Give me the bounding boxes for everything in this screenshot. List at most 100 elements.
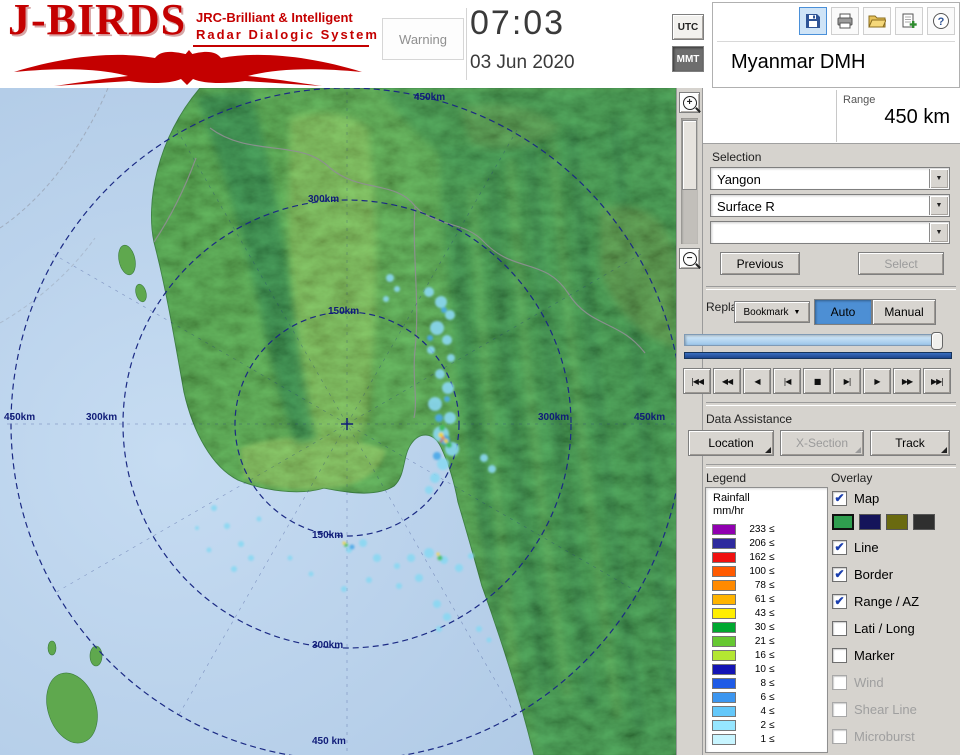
playback-button-8[interactable]: ▶▶| xyxy=(923,368,951,394)
add-page-button[interactable] xyxy=(895,7,923,35)
select-button[interactable]: Select xyxy=(858,252,944,275)
range-ring-label: 300km xyxy=(308,194,339,205)
checkbox[interactable] xyxy=(832,675,847,690)
legend-row: 30≤ xyxy=(712,620,775,634)
playback-button-0[interactable]: |◀◀ xyxy=(683,368,711,394)
legend-le-sign: ≤ xyxy=(769,636,775,647)
overlay-item-microburst[interactable]: Microburst xyxy=(832,723,958,750)
option-dropdown[interactable]: ▼ xyxy=(710,221,950,244)
checkbox[interactable] xyxy=(832,621,847,636)
chevron-down-icon[interactable]: ▼ xyxy=(929,223,948,242)
playback-button-1[interactable]: ◀◀ xyxy=(713,368,741,394)
zoom-scrollbar-thumb[interactable] xyxy=(682,120,697,190)
toolbar-divider xyxy=(717,41,955,42)
map-style-swatch-0[interactable] xyxy=(832,514,854,530)
map-style-swatch-3[interactable] xyxy=(913,514,935,530)
warning-indicator[interactable]: Warning xyxy=(382,18,464,60)
map-style-swatches xyxy=(832,510,958,534)
playback-button-7[interactable]: ▶▶ xyxy=(893,368,921,394)
chevron-down-icon[interactable]: ▼ xyxy=(929,196,948,215)
overlay-item-marker[interactable]: Marker xyxy=(832,642,958,669)
logo-subtitle-1: JRC-Brilliant & Intelligent xyxy=(196,10,353,25)
legend-value: 206 xyxy=(742,538,766,549)
playback-button-5[interactable]: ▶| xyxy=(833,368,861,394)
overlay-list: ✔Map ✔Line✔Border✔Range / AZLati / Long Ma… xyxy=(832,487,958,750)
data-assistance-section-label: Data Assistance xyxy=(706,412,792,426)
zoom-out-button[interactable]: − xyxy=(679,248,700,269)
bookmark-button[interactable]: Bookmark ▼ xyxy=(734,301,810,323)
auto-tab[interactable]: Auto xyxy=(814,299,872,325)
manual-tab[interactable]: Manual xyxy=(872,299,936,325)
check-mark-icon: ✔ xyxy=(834,595,844,607)
overlay-label: Marker xyxy=(854,648,894,663)
range-ring-label: 450km xyxy=(414,92,445,103)
map-style-swatch-1[interactable] xyxy=(859,514,881,530)
overlay-item-lati-long[interactable]: Lati / Long xyxy=(832,615,958,642)
playback-button-3[interactable]: |◀ xyxy=(773,368,801,394)
logo-rule xyxy=(193,45,369,47)
zoom-in-button[interactable]: + xyxy=(679,92,700,113)
track-button[interactable]: Track xyxy=(870,430,950,456)
map-zoom-column: + − xyxy=(676,88,703,755)
checkbox[interactable] xyxy=(832,729,847,744)
previous-button[interactable]: Previous xyxy=(720,252,800,275)
legend-row: 78≤ xyxy=(712,578,775,592)
overlay-label: Shear Line xyxy=(854,702,917,717)
playback-button-2[interactable]: ◀ xyxy=(743,368,771,394)
print-button[interactable] xyxy=(831,7,859,35)
legend-le-sign: ≤ xyxy=(769,552,775,563)
station-dropdown-value: Yangon xyxy=(717,172,761,187)
zoom-scrollbar[interactable] xyxy=(681,118,698,244)
checkbox[interactable]: ✔ xyxy=(832,540,847,555)
open-folder-button[interactable] xyxy=(863,7,891,35)
station-dropdown[interactable]: Yangon ▼ xyxy=(710,167,950,190)
radar-map[interactable]: 450km450km450km450 km300km300km300km300k… xyxy=(0,88,676,755)
checkbox[interactable]: ✔ xyxy=(832,567,847,582)
overlay-item-wind[interactable]: Wind xyxy=(832,669,958,696)
eagle-logo-icon xyxy=(8,50,370,86)
overlay-label: Wind xyxy=(854,675,884,690)
checkbox[interactable] xyxy=(832,702,847,717)
svg-text:?: ? xyxy=(938,16,945,28)
overlay-item-shear-line[interactable]: Shear Line xyxy=(832,696,958,723)
legend-swatch xyxy=(712,566,736,577)
header-bar: J-BIRDS JRC-Brilliant & Intelligent Rada… xyxy=(0,0,960,89)
legend-le-sign: ≤ xyxy=(769,678,775,689)
overlay-item-border[interactable]: ✔Border xyxy=(832,561,958,588)
location-button[interactable]: Location xyxy=(688,430,774,456)
overlay-item-line[interactable]: ✔Line xyxy=(832,534,958,561)
legend-swatch xyxy=(712,552,736,563)
overlay-item-range-az[interactable]: ✔Range / AZ xyxy=(832,588,958,615)
check-mark-icon: ✔ xyxy=(834,492,844,504)
playback-button-6[interactable]: ▶ xyxy=(863,368,891,394)
selection-section-label: Selection xyxy=(712,150,761,164)
checkbox[interactable]: ✔ xyxy=(832,594,847,609)
map-style-swatch-2[interactable] xyxy=(886,514,908,530)
range-value: 450 km xyxy=(884,106,950,129)
legend-le-sign: ≤ xyxy=(769,622,775,633)
legend-value: 6 xyxy=(742,692,766,703)
utc-button[interactable]: UTC xyxy=(672,14,704,40)
replay-timeline-slider[interactable] xyxy=(684,334,942,346)
x-section-button[interactable]: X-Section xyxy=(780,430,864,456)
legend-section-label: Legend xyxy=(706,471,746,485)
checkbox[interactable] xyxy=(832,648,847,663)
range-ring-label: 150km xyxy=(328,306,359,317)
playback-button-4[interactable]: ■ xyxy=(803,368,831,394)
timeline-slider-thumb[interactable] xyxy=(931,332,943,350)
mmt-button[interactable]: MMT xyxy=(672,46,704,72)
save-icon xyxy=(804,12,822,30)
save-button[interactable] xyxy=(799,7,827,35)
product-dropdown[interactable]: Surface R ▼ xyxy=(710,194,950,217)
chevron-down-icon[interactable]: ▼ xyxy=(929,169,948,188)
legend-swatch xyxy=(712,734,736,745)
help-button[interactable]: ? xyxy=(927,7,955,35)
legend-swatch xyxy=(712,538,736,549)
station-name: Myanmar DMH xyxy=(731,51,865,74)
overlay-item-map[interactable]: ✔Map xyxy=(832,487,958,510)
legend-le-sign: ≤ xyxy=(769,692,775,703)
legend-value: 1 xyxy=(742,734,766,745)
legend-le-sign: ≤ xyxy=(769,594,775,605)
checkbox[interactable]: ✔ xyxy=(832,491,847,506)
legend-row: 21≤ xyxy=(712,634,775,648)
